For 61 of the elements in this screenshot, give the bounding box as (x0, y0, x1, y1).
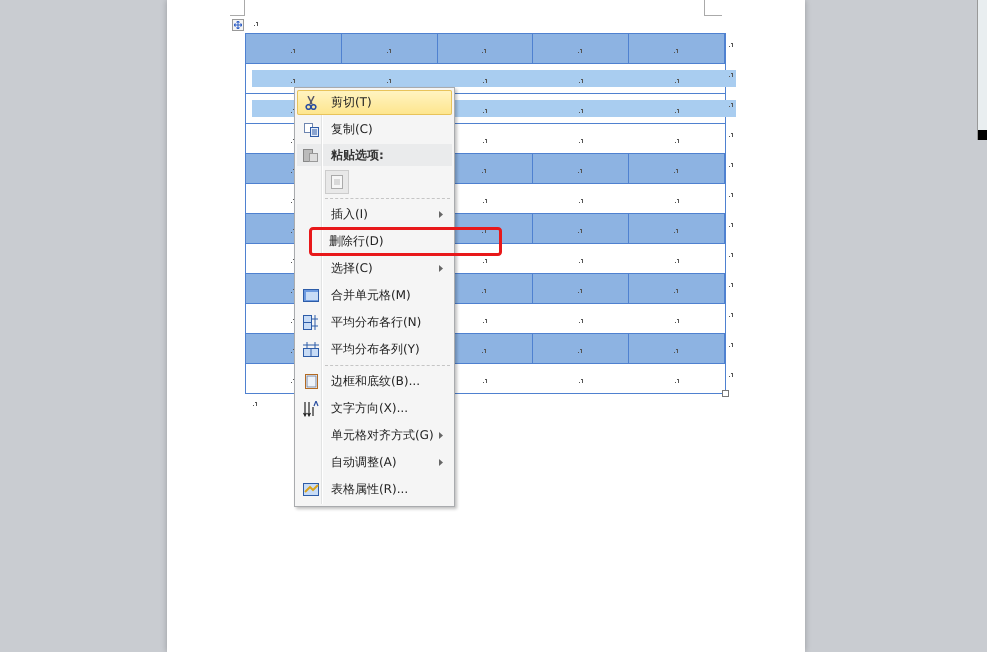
end-of-cell-icon (674, 229, 680, 234)
table-move-handle[interactable] (232, 18, 244, 30)
merge-cells-icon (303, 289, 319, 302)
menu-item[interactable]: 插入(I) (297, 202, 452, 227)
menu-item[interactable]: 删除行(D) (311, 229, 500, 254)
end-of-cell-icon (291, 79, 296, 84)
menu-item[interactable]: 平均分布各列(Y) (297, 337, 452, 362)
menu-item[interactable]: 复制(C) (297, 117, 452, 142)
menu-item[interactable]: 边框和底纹(B)... (297, 369, 452, 394)
copy-icon (304, 122, 318, 136)
end-of-cell-icon (578, 229, 584, 234)
document-icon (331, 174, 343, 189)
end-of-cell-icon (729, 223, 734, 228)
menu-item[interactable]: 文字方向(X)... (297, 396, 452, 421)
end-of-cell-icon (253, 402, 258, 407)
distribute-columns-icon (303, 342, 319, 357)
end-of-cell-icon (729, 133, 734, 138)
clipboard-icon (302, 148, 318, 162)
end-of-cell-icon (578, 169, 584, 174)
end-of-cell-icon (578, 289, 584, 294)
crop-mark (230, 0, 245, 16)
end-of-cell-icon (729, 253, 734, 258)
end-of-cell-icon (729, 343, 734, 348)
menu-item[interactable]: 单元格对齐方式(G) (297, 423, 452, 448)
end-of-cell-icon (729, 163, 734, 168)
end-of-cell-icon (482, 349, 488, 354)
menu-item[interactable]: 表格属性(R)... (297, 477, 452, 502)
end-of-cell-icon (729, 43, 734, 48)
end-of-cell-icon (674, 169, 680, 174)
end-of-cell-icon (674, 289, 680, 294)
distribute-rows-icon (303, 315, 319, 330)
menu-item[interactable]: 选择(C) (297, 256, 452, 281)
end-of-cell-icon (254, 22, 259, 27)
end-of-cell-icon (674, 349, 680, 354)
menu-item[interactable]: 合并单元格(M) (297, 283, 452, 308)
end-of-cell-icon (729, 373, 734, 378)
end-of-cell-icon (482, 289, 488, 294)
window-edge-bar (978, 130, 987, 140)
end-of-cell-icon (482, 229, 488, 234)
resize-handle[interactable] (722, 390, 729, 397)
end-of-cell-icon (674, 49, 680, 54)
end-of-cell-icon (729, 283, 734, 288)
menu-item[interactable]: 自动调整(A) (297, 450, 452, 475)
end-of-cell-icon (578, 349, 584, 354)
end-of-cell-icon (729, 193, 734, 198)
page-border-icon (304, 374, 318, 389)
end-of-cell-icon (729, 313, 734, 318)
end-of-cell-icon (482, 49, 488, 54)
end-of-cell-icon (578, 49, 584, 54)
end-of-cell-icon (729, 73, 734, 78)
menu-item[interactable]: 平均分布各行(N) (297, 310, 452, 335)
crop-mark (704, 0, 722, 16)
scissors-icon (305, 96, 317, 110)
menu-item[interactable]: 剪切(T) (297, 90, 452, 115)
move-icon (234, 20, 242, 28)
table-properties-icon (303, 483, 319, 496)
end-of-cell-icon (729, 103, 734, 108)
end-of-cell-icon (482, 169, 488, 174)
end-of-cell-icon (387, 79, 392, 84)
menu-section-header: 粘贴选项: (297, 144, 452, 166)
text-direction-icon (303, 400, 319, 416)
